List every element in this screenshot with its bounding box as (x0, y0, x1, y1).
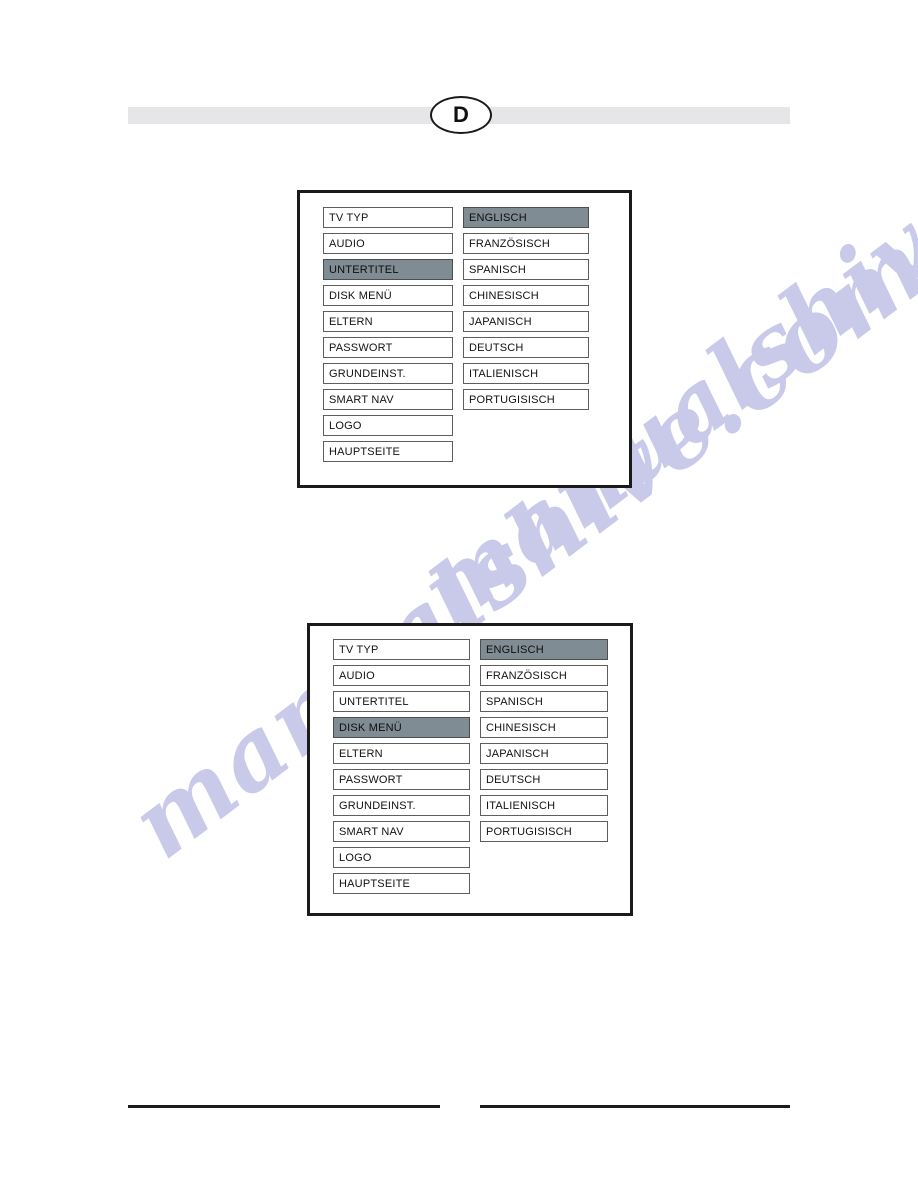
language-option-item[interactable]: DEUTSCH (480, 769, 608, 790)
footer-rule-right (480, 1105, 790, 1108)
setup-menu-item[interactable]: DISK MENÜ (323, 285, 453, 306)
language-badge: D (430, 96, 492, 134)
language-option-item[interactable]: ENGLISCH (463, 207, 589, 228)
language-badge-label: D (453, 102, 469, 127)
setup-menu-item[interactable]: HAUPTSEITE (333, 873, 470, 894)
language-option-item[interactable]: SPANISCH (463, 259, 589, 280)
setup-menu-item[interactable]: TV TYP (323, 207, 453, 228)
language-options-column: ENGLISCH FRANZÖSISCH SPANISCH CHINESISCH JAP… (480, 639, 608, 894)
language-option-item[interactable]: PORTUGISISCH (480, 821, 608, 842)
setup-menu-item[interactable]: PASSWORT (333, 769, 470, 790)
setup-menu-item[interactable]: LOGO (323, 415, 453, 436)
footer-rule-left (128, 1105, 440, 1108)
language-option-item[interactable]: CHINESISCH (463, 285, 589, 306)
setup-menu-item[interactable]: DISK MENÜ (333, 717, 470, 738)
setup-menu-item[interactable]: AUDIO (323, 233, 453, 254)
language-option-item[interactable]: SPANISCH (480, 691, 608, 712)
setup-menu-column: TV TYP AUDIO UNTERTITEL DISK MENÜ ELTERN PASS… (333, 639, 470, 894)
setup-menu-item[interactable]: UNTERTITEL (333, 691, 470, 712)
osd-screenshot-subtitle: TV TYP AUDIO UNTERTITEL DISK MENÜ ELTERN PASS… (297, 190, 632, 488)
setup-menu-item[interactable]: AUDIO (333, 665, 470, 686)
language-option-item[interactable]: ITALIENISCH (463, 363, 589, 384)
setup-menu-item[interactable]: ELTERN (323, 311, 453, 332)
setup-menu-item[interactable]: LOGO (333, 847, 470, 868)
language-option-item[interactable]: JAPANISCH (463, 311, 589, 332)
setup-menu-item[interactable]: HAUPTSEITE (323, 441, 453, 462)
setup-menu-item[interactable]: GRUNDEINST. (333, 795, 470, 816)
page-watermark: manualshive.com manualshive.com (0, 0, 918, 1188)
setup-menu-item[interactable]: UNTERTITEL (323, 259, 453, 280)
setup-menu-item[interactable]: PASSWORT (323, 337, 453, 358)
language-option-item[interactable]: PORTUGISISCH (463, 389, 589, 410)
setup-menu-item[interactable]: GRUNDEINST. (323, 363, 453, 384)
language-option-item[interactable]: DEUTSCH (463, 337, 589, 358)
setup-menu-item[interactable]: TV TYP (333, 639, 470, 660)
language-option-item[interactable]: FRANZÖSISCH (480, 665, 608, 686)
setup-menu-column: TV TYP AUDIO UNTERTITEL DISK MENÜ ELTERN PASS… (323, 207, 453, 462)
language-option-item[interactable]: JAPANISCH (480, 743, 608, 764)
setup-menu-item[interactable]: SMART NAV (323, 389, 453, 410)
language-option-item[interactable]: CHINESISCH (480, 717, 608, 738)
language-option-item[interactable]: FRANZÖSISCH (463, 233, 589, 254)
language-option-item[interactable]: ITALIENISCH (480, 795, 608, 816)
language-options-column: ENGLISCH FRANZÖSISCH SPANISCH CHINESISCH JAP… (463, 207, 589, 462)
setup-menu-item[interactable]: SMART NAV (333, 821, 470, 842)
osd-screenshot-disc-menu: TV TYP AUDIO UNTERTITEL DISK MENÜ ELTERN PASS… (307, 623, 633, 916)
setup-menu-item[interactable]: ELTERN (333, 743, 470, 764)
language-option-item[interactable]: ENGLISCH (480, 639, 608, 660)
